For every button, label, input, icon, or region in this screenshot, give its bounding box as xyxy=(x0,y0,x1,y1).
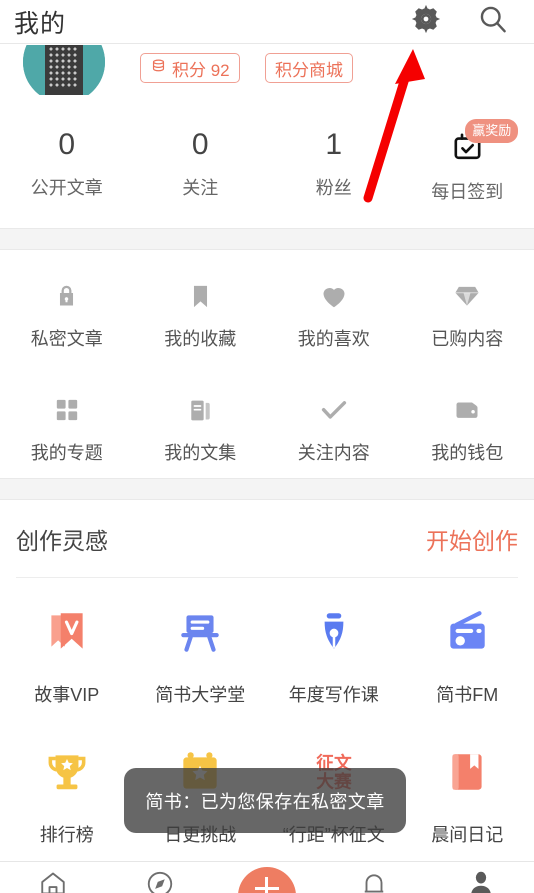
stat-followers[interactable]: 1 粉丝 xyxy=(267,110,401,200)
menu-item-my-likes[interactable]: 我的喜欢 xyxy=(267,251,401,365)
person-icon xyxy=(467,869,495,893)
tab-notifications[interactable] xyxy=(320,862,427,893)
bell-icon xyxy=(359,869,389,893)
section-divider-1 xyxy=(0,228,534,250)
menu-item-label: 我的文集 xyxy=(164,443,237,463)
menu-grid-row-1: 私密文章 我的收藏 我的喜欢 已购内容 xyxy=(0,251,534,365)
stat-value: 0 xyxy=(58,128,76,161)
menu-item-purchased-content[interactable]: 已购内容 xyxy=(401,251,534,365)
tab-create[interactable] xyxy=(214,862,321,893)
menu-item-label: 关注内容 xyxy=(297,443,370,463)
inspiration-item-jianshu-college[interactable]: 简书大学堂 xyxy=(134,585,268,725)
inspiration-item-jianshu-fm[interactable]: 简书FM xyxy=(401,585,534,725)
stat-label: 公开文章 xyxy=(30,178,103,198)
grid-squares-icon xyxy=(54,393,80,427)
daily-checkin-label: 每日签到 xyxy=(431,182,504,202)
menu-item-my-collections[interactable]: 我的收藏 xyxy=(134,251,268,365)
avatar[interactable] xyxy=(23,45,105,95)
inspiration-header: 创作灵感 开始创作 xyxy=(0,501,534,577)
menu-item-label: 私密文章 xyxy=(30,329,103,349)
points-mall-button[interactable]: 积分商城 xyxy=(265,53,353,83)
reward-badge: 赢奖励 xyxy=(465,119,519,143)
toast-message: 简书：已为您保存在私密文章 xyxy=(124,768,406,833)
gear-icon[interactable] xyxy=(408,1,444,42)
inspiration-title: 创作灵感 xyxy=(16,528,108,554)
header-actions xyxy=(408,1,510,42)
menu-item-label: 我的喜欢 xyxy=(297,329,370,349)
page-title: 我的 xyxy=(14,9,67,38)
menu-item-label: 我的钱包 xyxy=(431,443,504,463)
menu-item-followed-content[interactable]: 关注内容 xyxy=(267,365,401,478)
wallet-icon xyxy=(453,393,481,427)
bottom-tab-bar xyxy=(0,861,534,893)
lock-icon xyxy=(53,279,80,313)
inspiration-row-1: 故事VIP 简书大学堂 年度写作课 简书FM xyxy=(0,585,534,725)
search-icon[interactable] xyxy=(476,2,510,41)
inspiration-divider xyxy=(16,577,518,578)
home-icon xyxy=(38,869,68,893)
app-header: 我的 xyxy=(0,0,534,44)
inspiration-item-label: 排行榜 xyxy=(39,825,94,845)
radio-icon xyxy=(442,603,492,661)
points-mall-label: 积分商城 xyxy=(275,60,343,80)
easel-board-icon xyxy=(175,603,225,661)
daily-checkin-button[interactable]: 赢奖励 每日签到 xyxy=(401,110,534,204)
menu-item-my-topics[interactable]: 我的专题 xyxy=(0,365,134,478)
coins-icon xyxy=(150,57,167,79)
stat-label: 粉丝 xyxy=(315,178,352,198)
create-fab-button[interactable] xyxy=(237,867,296,893)
points-badge[interactable]: 积分 92 xyxy=(140,53,240,83)
stat-following[interactable]: 0 关注 xyxy=(134,110,268,200)
bookmark-vip-icon xyxy=(42,603,92,661)
menu-item-my-wallet[interactable]: 我的钱包 xyxy=(401,365,534,478)
inspiration-item-story-vip[interactable]: 故事VIP xyxy=(0,585,134,725)
menu-grid-row-2: 我的专题 我的文集 关注内容 我的钱包 xyxy=(0,365,534,478)
stats-row: 0 公开文章 0 关注 1 粉丝 赢奖励 每日签到 xyxy=(0,110,534,228)
trophy-icon xyxy=(42,743,92,801)
menu-item-my-notebooks[interactable]: 我的文集 xyxy=(134,365,268,478)
stat-value: 0 xyxy=(191,128,209,161)
inspiration-item-label: 故事VIP xyxy=(34,685,100,705)
stat-value: 1 xyxy=(325,128,343,161)
section-divider-2 xyxy=(0,478,534,500)
diary-book-icon xyxy=(442,743,492,801)
toast-text: 简书：已为您保存在私密文章 xyxy=(145,791,385,812)
menu-item-label: 已购内容 xyxy=(431,329,504,349)
inspiration-item-label: 年度写作课 xyxy=(288,685,379,705)
stat-public-articles[interactable]: 0 公开文章 xyxy=(0,110,134,200)
heart-icon xyxy=(319,279,349,313)
inspiration-item-morning-diary[interactable]: 晨间日记 xyxy=(401,725,534,865)
inspiration-item-label: 晨间日记 xyxy=(431,825,504,845)
books-icon xyxy=(187,393,214,427)
stat-label: 关注 xyxy=(182,178,219,198)
fountain-pen-icon xyxy=(309,603,359,661)
inspiration-item-label: 简书大学堂 xyxy=(155,685,246,705)
my-profile-screen: 我的 积分 92 积分商城 0 公开文章 0 关注 1 粉丝 赢奖励 每日签到 … xyxy=(0,0,534,893)
inspiration-item-annual-writing-course[interactable]: 年度写作课 xyxy=(267,585,401,725)
tab-discover[interactable] xyxy=(107,862,214,893)
points-badge-label: 积分 92 xyxy=(172,60,230,80)
menu-item-label: 我的专题 xyxy=(30,443,103,463)
diamond-icon xyxy=(453,279,481,313)
menu-item-label: 我的收藏 xyxy=(164,329,237,349)
inspiration-item-leaderboard[interactable]: 排行榜 xyxy=(0,725,134,865)
inspiration-item-label: 简书FM xyxy=(436,685,499,705)
compass-icon xyxy=(145,869,175,893)
tab-home[interactable] xyxy=(0,862,107,893)
profile-strip: 积分 92 积分商城 xyxy=(0,45,534,95)
plus-icon xyxy=(265,877,269,893)
bookmark-icon xyxy=(187,279,214,313)
check-icon xyxy=(318,393,350,427)
menu-item-private-articles[interactable]: 私密文章 xyxy=(0,251,134,365)
start-creating-button[interactable]: 开始创作 xyxy=(426,522,518,556)
tab-profile[interactable] xyxy=(427,862,534,893)
